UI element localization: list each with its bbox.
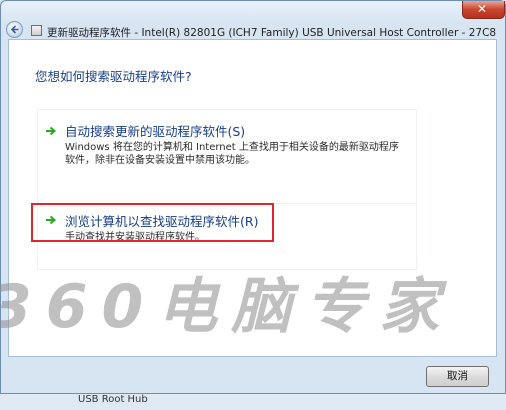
background-device-list: USB Root Hub xyxy=(0,393,506,410)
option-search-automatically[interactable]: 自动搜索更新的驱动程序软件(S) Windows 将在您的计算机和 Intern… xyxy=(37,109,417,204)
window-title: 更新驱动程序软件 - Intel(R) 82801G (ICH7 Family)… xyxy=(47,27,497,39)
highlight-box xyxy=(31,203,274,242)
device-list-item: USB Root Hub xyxy=(78,394,148,405)
green-arrow-icon xyxy=(46,126,57,136)
device-icon xyxy=(31,25,42,36)
watermark-logo: 360电脑专家 xyxy=(0,272,454,342)
close-button[interactable]: ✕ xyxy=(462,1,505,19)
back-arrow-icon xyxy=(10,25,19,34)
option-title: 自动搜索更新的驱动程序软件(S) xyxy=(65,124,246,139)
page-heading: 您想如何搜索驱动程序软件? xyxy=(35,69,192,84)
close-icon: ✕ xyxy=(477,2,488,16)
dialog-footer: 取消 xyxy=(1,356,505,393)
cancel-button[interactable]: 取消 xyxy=(426,366,489,387)
title-bar: 更新驱动程序软件 - Intel(R) 82801G (ICH7 Family)… xyxy=(1,1,505,39)
option-description: Windows 将在您的计算机和 Internet 上查找用于相关设备的最新驱动… xyxy=(65,142,399,166)
back-button[interactable] xyxy=(6,21,23,38)
